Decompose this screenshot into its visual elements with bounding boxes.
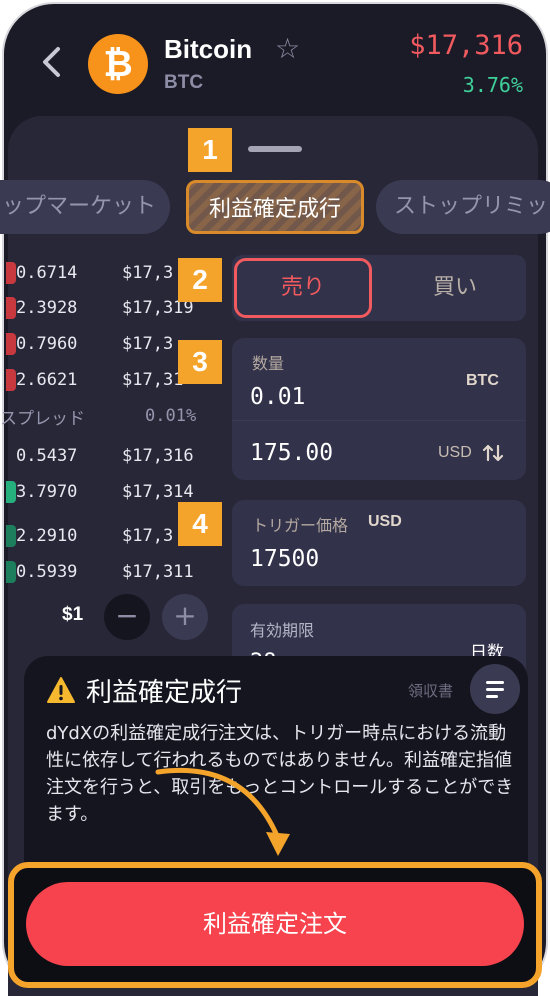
submit-order-button[interactable]: 利益確定注文 [26, 882, 524, 966]
tab-take-profit-market[interactable]: 利益確定成行 [186, 180, 364, 234]
sheet-handle[interactable] [248, 146, 302, 152]
depth-bar [6, 262, 16, 284]
depth-bar [6, 481, 16, 503]
ask-size: 2.6621 [16, 370, 78, 390]
step-increase-button[interactable]: + [162, 594, 208, 640]
amount-unit: BTC [466, 372, 499, 389]
usd-unit: USD [438, 444, 472, 461]
popup-title: 利益確定成行 [86, 678, 243, 708]
ask-size: 0.6714 [16, 263, 78, 283]
receipt-label[interactable]: 領収書 [408, 680, 453, 701]
coin-price: $17,316 [409, 30, 523, 61]
trigger-label: トリガー価格 [252, 516, 349, 535]
depth-bar [6, 297, 16, 319]
bid-size: 3.7970 [16, 482, 78, 502]
bid-price: $17,314 [122, 482, 194, 502]
usd-amount-input[interactable]: 175.00 [250, 440, 333, 466]
favorite-star-icon[interactable]: ☆ [275, 32, 300, 65]
bid-size: 2.2910 [16, 526, 78, 546]
ask-price: $17,3 [122, 263, 174, 283]
badge-3: 3 [178, 340, 222, 384]
bid-price: $17,3 [122, 526, 174, 546]
bid-size: 0.5437 [16, 446, 78, 466]
badge-2: 2 [178, 258, 222, 302]
badge-4: 4 [178, 502, 222, 546]
orderbook-bid-row[interactable]: 0.5437 $17,316 [0, 442, 210, 470]
spread-label: スプレッド [0, 409, 85, 429]
field-divider [232, 420, 526, 421]
ask-price: $17,3 [122, 334, 174, 354]
depth-bar [6, 525, 16, 547]
depth-bar [6, 333, 16, 355]
expiry-label: 有効期限 [250, 621, 315, 640]
buy-button[interactable]: 買い [386, 258, 524, 318]
trigger-unit: USD [368, 513, 402, 530]
ask-size: 0.7960 [16, 334, 78, 354]
bitcoin-logo-icon: ₿ [88, 34, 148, 94]
amount-label: 数量 [252, 354, 285, 373]
annotation-arrow-icon [155, 767, 290, 856]
depth-bar [6, 369, 16, 391]
coin-name: Bitcoin [164, 34, 253, 64]
warning-icon [47, 677, 75, 703]
spread-value: 0.01% [145, 406, 197, 426]
amount-input[interactable]: 0.01 [250, 384, 305, 410]
depth-bar [6, 561, 16, 583]
bid-price: $17,311 [122, 562, 194, 582]
bid-price: $17,316 [122, 446, 194, 466]
bid-size: 0.5939 [16, 562, 78, 582]
tab-stop-limit[interactable]: ストップリミット [376, 180, 550, 234]
orderbook-bid-row[interactable]: 0.5939 $17,311 [0, 558, 210, 586]
ask-size: 2.3928 [16, 298, 78, 318]
sell-button[interactable]: 売り [234, 258, 372, 318]
menu-icon[interactable] [470, 664, 520, 714]
badge-1: 1 [188, 128, 232, 172]
ask-price: $17,31 [122, 370, 184, 390]
svg-text:₿: ₿ [103, 43, 132, 84]
swap-arrows-icon[interactable] [482, 442, 504, 464]
coin-symbol: BTC [164, 72, 204, 93]
tab-stop-market[interactable]: ップマーケット [0, 180, 170, 234]
price-change: 3.76% [462, 73, 523, 97]
trigger-price-input[interactable]: 17500 [250, 546, 319, 572]
step-decrease-button[interactable]: − [104, 594, 150, 640]
price-step-label: $1 [62, 604, 84, 625]
back-arrow-icon[interactable] [38, 44, 64, 80]
